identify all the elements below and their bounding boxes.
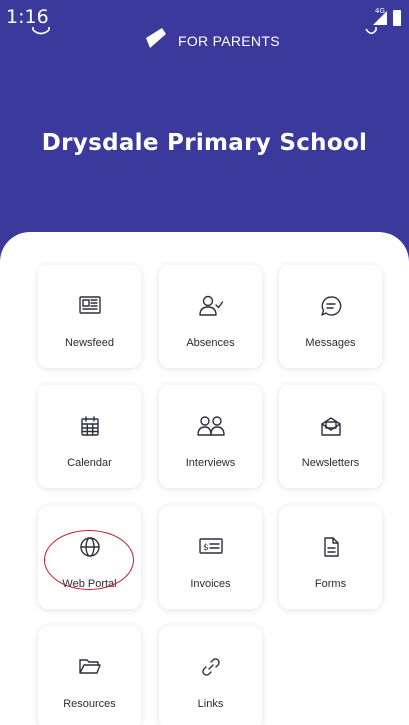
tile-label: Links <box>197 698 224 710</box>
school-name: Drysdale Primary School <box>41 130 368 156</box>
chevron-right-icon[interactable] <box>364 26 378 38</box>
tile-messages[interactable]: Messages <box>279 265 382 368</box>
svg-text:$: $ <box>203 543 209 553</box>
calendar-icon <box>80 416 99 436</box>
annotation-circle <box>44 530 134 590</box>
brand: FOR PARENTS <box>142 24 280 52</box>
user-check-icon <box>198 295 223 316</box>
battery-icon <box>393 10 401 26</box>
tile-label: Newsletters <box>301 457 360 469</box>
document-icon <box>323 537 339 557</box>
users-icon <box>196 416 225 436</box>
tile-absences[interactable]: Absences <box>159 265 262 368</box>
tile-label: Invoices <box>190 578 231 590</box>
network-type: 4G <box>375 7 385 15</box>
tile-label: Messages <box>305 337 356 349</box>
tile-label: Absences <box>186 337 235 349</box>
tile-links[interactable]: Links <box>159 626 262 725</box>
tile-label: Interviews <box>185 457 236 469</box>
tile-interviews[interactable]: Interviews <box>159 385 262 488</box>
tile-newsfeed[interactable]: Newsfeed <box>38 265 141 368</box>
tile-calendar[interactable]: Calendar <box>38 385 141 488</box>
chat-bubble-icon <box>320 296 341 316</box>
tile-label: Resources <box>63 698 116 710</box>
status-icons: 4G <box>372 7 401 26</box>
tile-label: Forms <box>314 578 347 590</box>
tile-resources[interactable]: Resources <box>38 626 141 725</box>
envelope-icon <box>320 417 341 436</box>
status-time: 1:16 <box>6 6 49 28</box>
tile-newsletters[interactable]: Newsletters <box>279 385 382 488</box>
tile-invoices[interactable]: $ Invoices <box>159 506 262 609</box>
brand-label: FOR PARENTS <box>178 33 280 49</box>
tile-label: Newsfeed <box>65 337 114 349</box>
brand-logo-icon <box>146 28 166 48</box>
folder-icon <box>78 659 101 674</box>
chevron-left-icon[interactable] <box>31 26 51 38</box>
newspaper-icon <box>78 296 101 314</box>
app-header: 1:16 4G FOR PARENTS Drysdale Primary Sch… <box>0 0 409 262</box>
invoice-icon: $ <box>198 538 223 554</box>
signal-icon: 4G <box>372 7 388 26</box>
link-icon <box>201 658 220 676</box>
tile-label: Calendar <box>67 457 112 469</box>
tile-forms[interactable]: Forms <box>279 506 382 609</box>
